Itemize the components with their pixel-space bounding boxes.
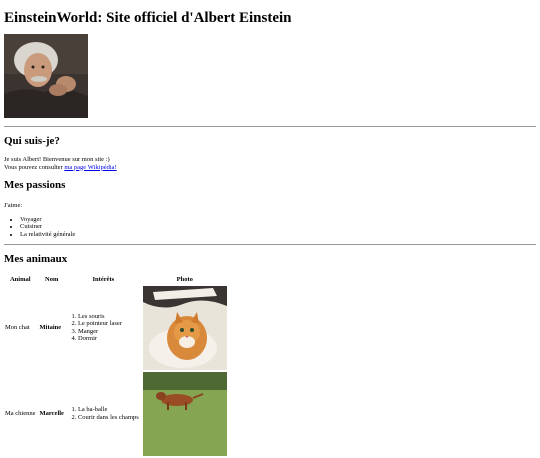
page-title: EinsteinWorld: Site officiel d'Albert Ei… [4, 10, 292, 26]
table-row: Mon chat Mitaine Les souris Le pointeur … [4, 285, 228, 370]
list-item: La ba-balle [78, 406, 139, 414]
wikipedia-link[interactable]: ma page Wikipédia! [64, 164, 116, 171]
about-line-2-prefix: Vous pouvez consulter [4, 163, 65, 171]
interests-list: La ba-balle Courir dans les champs [68, 406, 139, 421]
about-heading: Qui suis-je? [4, 135, 60, 147]
list-item: Le pointeur laser [78, 320, 139, 328]
table-row: Ma chienne Marcelle La ba-balle Courir d… [4, 371, 228, 456]
name-cell: Mitaine [39, 323, 62, 331]
interests-list: Les souris Le pointeur laser Manger Dorm… [68, 313, 139, 343]
einstein-portrait-image [4, 34, 88, 118]
passions-intro: J'aime: [4, 202, 23, 209]
interests-cell: Les souris Le pointeur laser Manger Dorm… [67, 286, 140, 370]
column-header-name: Nom [45, 276, 59, 283]
animal-cell: Mon chat [5, 323, 30, 331]
list-item: Les souris [78, 313, 139, 321]
about-line-1: Je suis Albert! Bienvenue sur mon site :… [4, 156, 110, 163]
list-item: Manger [78, 328, 139, 336]
pets-heading: Mes animaux [4, 253, 68, 265]
passions-section: Mes passions J'aime: Voyager Cuisiner La… [4, 179, 536, 238]
pets-section: Mes animaux Animal Nom Intérêts Photo Mo… [4, 244, 536, 458]
divider [4, 126, 536, 127]
list-item: Dormir [78, 335, 139, 343]
pets-table: Animal Nom Intérêts Photo Mon chat Mitai… [2, 274, 230, 458]
table-header-row: Animal Nom Intérêts Photo [4, 276, 228, 284]
list-item: Voyager [20, 216, 536, 224]
column-header-animal: Animal [9, 276, 31, 283]
column-header-interests: Intérêts [92, 276, 115, 283]
interests-cell: La ba-balle Courir dans les champs [67, 372, 140, 456]
photo-cell [142, 285, 228, 370]
page: EinsteinWorld: Site officiel d'Albert Ei… [0, 0, 540, 458]
about-section: Qui suis-je? Je suis Albert! Bienvenue s… [4, 126, 536, 171]
list-item: Courir dans les champs [78, 414, 139, 422]
list-item: La relativité générale [20, 231, 536, 239]
list-item: Cuisiner [20, 223, 536, 231]
passions-heading: Mes passions [4, 179, 66, 191]
name-cell: Marcelle [39, 409, 64, 417]
photo-cell [142, 371, 228, 456]
passions-list: Voyager Cuisiner La relativité générale [4, 216, 536, 239]
divider [4, 244, 536, 245]
about-text: Je suis Albert! Bienvenue sur mon site :… [4, 156, 536, 171]
dog-photo-image [142, 371, 227, 456]
animal-cell: Ma chienne [5, 409, 36, 417]
column-header-photo: Photo [176, 276, 193, 283]
cat-photo-image [142, 285, 227, 370]
